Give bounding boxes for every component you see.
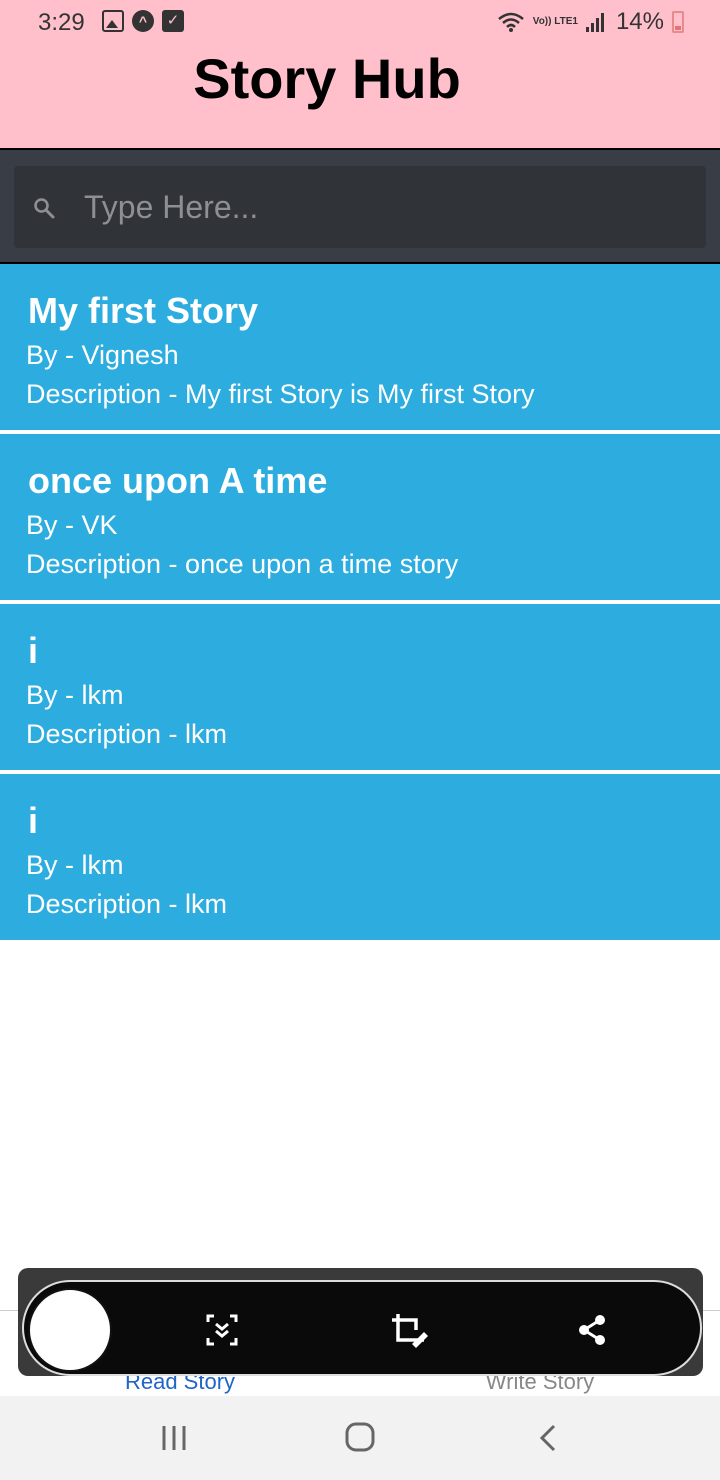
back-icon[interactable]: [528, 1420, 568, 1456]
search-input[interactable]: [84, 166, 684, 248]
crop-edit-button[interactable]: [388, 1310, 428, 1350]
system-nav-bar: [0, 1396, 720, 1480]
share-button[interactable]: [572, 1310, 612, 1350]
screenshot-thumbnail[interactable]: [28, 1288, 112, 1372]
app-header: 3:29 ^ ✓ Vo)) LTE1 14% Story Hub: [0, 0, 720, 148]
lte-label: Vo)) LTE1: [532, 16, 578, 27]
signal-icon: [585, 12, 604, 32]
battery-icon: [672, 11, 684, 33]
status-right-icons: Vo)) LTE1 14%: [497, 8, 684, 36]
battery-percent: 14%: [615, 8, 664, 35]
scroll-capture-icon: [206, 1314, 238, 1346]
notification-icons: ^ ✓: [102, 10, 184, 32]
story-author: By - VK: [26, 510, 118, 540]
story-description: Description - lkm: [26, 889, 228, 919]
wifi-icon: [497, 12, 524, 32]
check-notification-icon: ✓: [162, 10, 184, 32]
story-title: My first Story: [28, 290, 259, 331]
story-description: Description - lkm: [26, 719, 228, 749]
story-list: My first Story By - Vignesh Description …: [0, 264, 720, 944]
scroll-capture-button[interactable]: [202, 1310, 242, 1350]
story-author: By - lkm: [26, 680, 124, 710]
story-card[interactable]: i By - lkm Description - lkm: [0, 604, 720, 770]
status-time: 3:29: [38, 9, 85, 36]
story-title: once upon A time: [28, 460, 328, 501]
page-title: Story Hub: [193, 47, 461, 110]
gallery-notification-icon: [102, 10, 124, 32]
search-icon: [34, 198, 55, 219]
story-author: By - lkm: [26, 850, 124, 880]
home-icon[interactable]: [340, 1420, 380, 1456]
story-title: i: [28, 630, 39, 671]
story-author: By - Vignesh: [26, 340, 179, 370]
share-icon: [579, 1315, 605, 1345]
search-bar-container: [0, 148, 720, 264]
story-card[interactable]: once upon A time By - VK Description - o…: [0, 434, 720, 600]
story-card[interactable]: i By - lkm Description - lkm: [0, 774, 720, 940]
search-box[interactable]: [14, 166, 706, 248]
status-bar: 3:29 ^ ✓ Vo)) LTE1 14%: [0, 0, 720, 44]
story-title: i: [28, 800, 39, 841]
expo-notification-icon: ^: [132, 10, 154, 32]
story-card[interactable]: My first Story By - Vignesh Description …: [0, 264, 720, 430]
recent-apps-icon[interactable]: [154, 1420, 194, 1456]
story-description: Description - My first Story is My first…: [26, 379, 535, 409]
story-description: Description - once upon a time story: [26, 549, 459, 579]
screenshot-toolbar: [22, 1280, 702, 1376]
crop-edit-icon: [392, 1314, 428, 1348]
